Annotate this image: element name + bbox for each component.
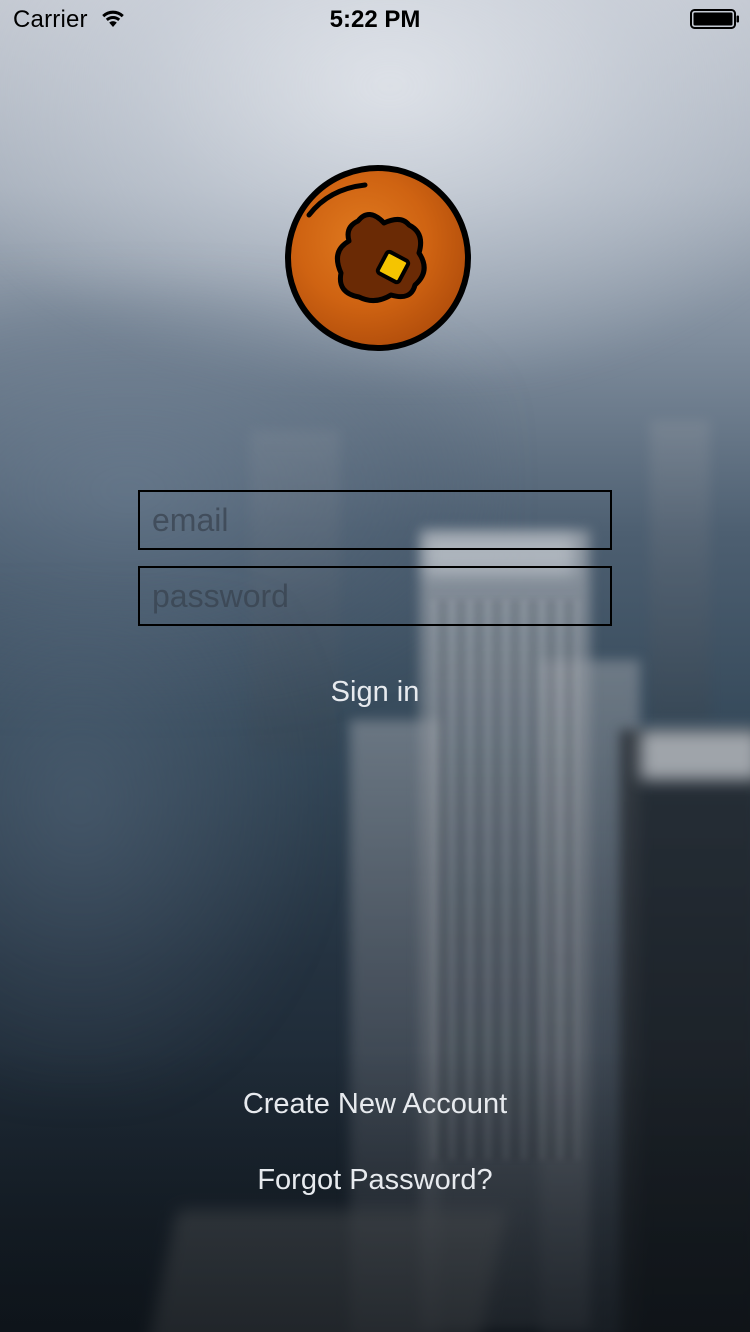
background-fog	[0, 600, 320, 1100]
email-input[interactable]	[140, 492, 610, 548]
clock: 5:22 PM	[329, 6, 421, 33]
password-input[interactable]	[140, 568, 610, 624]
background-building	[420, 530, 590, 1330]
status-bar: Carrier 5:22 PM	[0, 0, 750, 40]
background-building	[142, 1210, 508, 1332]
login-screen: Carrier 5:22 PM email Sign in Create New…	[0, 0, 750, 1332]
forgot-password-button[interactable]: Forgot Password?	[0, 1164, 750, 1197]
background-roof	[640, 730, 750, 780]
email-field[interactable]	[138, 490, 612, 550]
sign-in-button[interactable]: Sign in	[0, 676, 750, 709]
background-building	[620, 730, 750, 1332]
password-field[interactable]	[138, 566, 612, 626]
background-building	[540, 660, 640, 1332]
background-building	[650, 420, 710, 720]
battery-icon	[690, 9, 739, 29]
pancake-logo-icon	[285, 165, 471, 351]
create-account-button[interactable]: Create New Account	[0, 1088, 750, 1121]
background-building	[350, 720, 440, 1332]
